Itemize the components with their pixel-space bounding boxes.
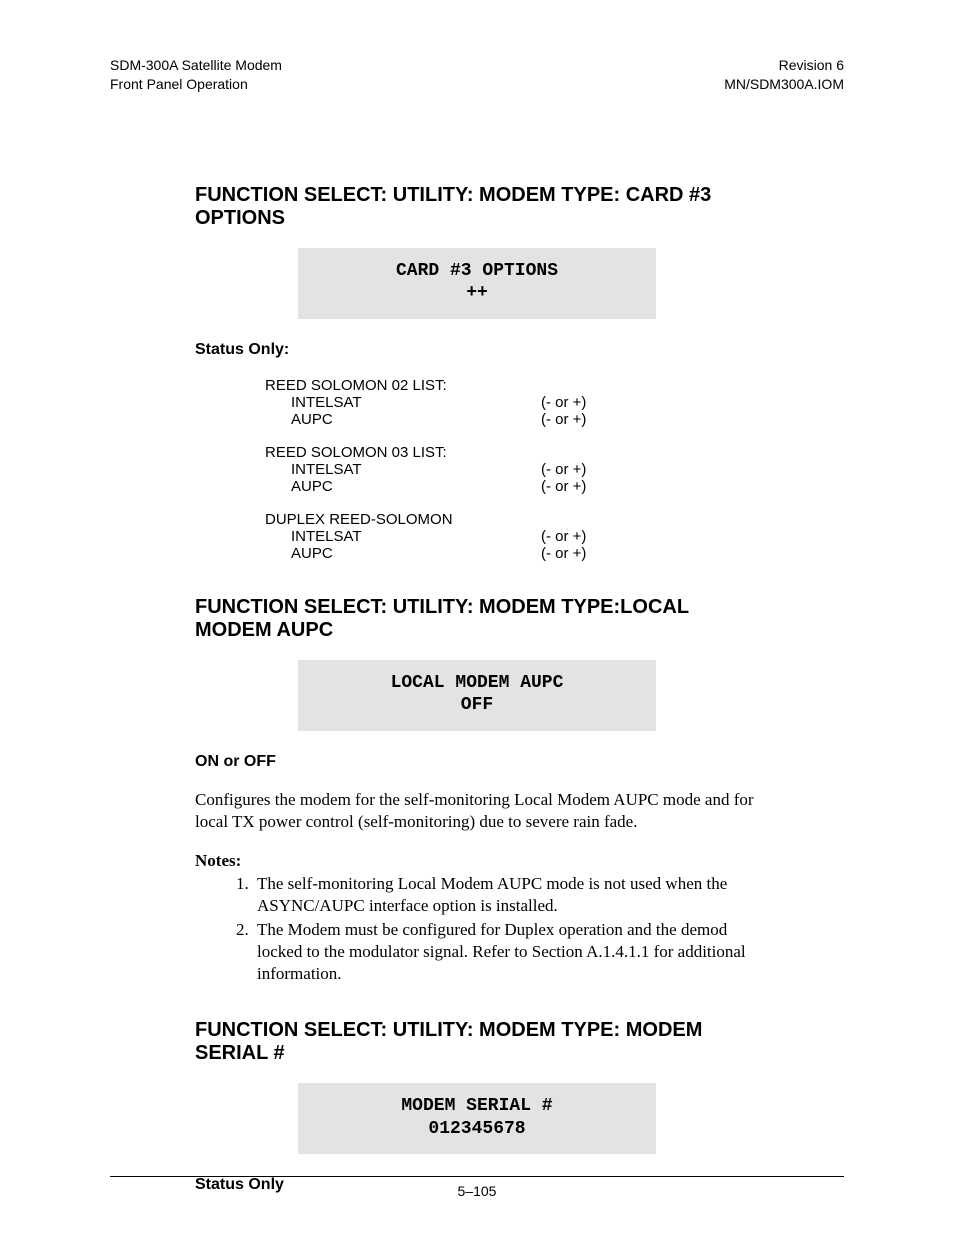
status-row-value: (- or +)	[541, 528, 631, 545]
group-title: DUPLEX REED-SOLOMON	[265, 511, 515, 528]
header-right-line1: Revision 6	[779, 57, 844, 73]
page: SDM-300A Satellite Modem Front Panel Ope…	[0, 0, 954, 1235]
status-row-value: (- or +)	[541, 461, 631, 478]
page-footer: 5–105	[110, 1176, 844, 1199]
status-group: REED SOLOMON 02 LIST: INTELSAT(- or +) A…	[265, 377, 759, 428]
status-row-label: AUPC	[265, 478, 541, 495]
page-number: 5–105	[458, 1183, 497, 1199]
status-row-value: (- or +)	[541, 394, 631, 411]
status-group: DUPLEX REED-SOLOMON INTELSAT(- or +) AUP…	[265, 511, 759, 562]
header-left-line1: SDM-300A Satellite Modem	[110, 57, 282, 73]
section-heading-modem-serial: FUNCTION SELECT: UTILITY: MODEM TYPE: MO…	[195, 1019, 759, 1065]
status-row-label: AUPC	[265, 545, 541, 562]
header-right-line2: MN/SDM300A.IOM	[724, 76, 844, 92]
notes-list: The self-monitoring Local Modem AUPC mod…	[195, 873, 759, 985]
status-row-label: INTELSAT	[265, 528, 541, 545]
page-header: SDM-300A Satellite Modem Front Panel Ope…	[110, 56, 844, 94]
note-item: The self-monitoring Local Modem AUPC mod…	[253, 873, 759, 917]
section-heading-local-aupc: FUNCTION SELECT: UTILITY: MODEM TYPE:LOC…	[195, 596, 759, 642]
lcd-line2: OFF	[461, 695, 493, 715]
lcd-line2: 012345678	[428, 1119, 525, 1139]
lcd-line1: MODEM SERIAL #	[401, 1096, 552, 1116]
section-heading-card3: FUNCTION SELECT: UTILITY: MODEM TYPE: CA…	[195, 184, 759, 230]
status-row-label: INTELSAT	[265, 394, 541, 411]
aupc-description: Configures the modem for the self-monito…	[195, 789, 759, 833]
status-row-label: INTELSAT	[265, 461, 541, 478]
status-row-value: (- or +)	[541, 545, 631, 562]
note-item: The Modem must be configured for Duplex …	[253, 919, 759, 985]
status-group: REED SOLOMON 03 LIST: INTELSAT(- or +) A…	[265, 444, 759, 495]
header-left: SDM-300A Satellite Modem Front Panel Ope…	[110, 56, 282, 94]
status-list: REED SOLOMON 02 LIST: INTELSAT(- or +) A…	[265, 377, 759, 562]
notes-label: Notes:	[195, 851, 759, 871]
page-content: FUNCTION SELECT: UTILITY: MODEM TYPE: CA…	[110, 184, 844, 1195]
header-left-line2: Front Panel Operation	[110, 76, 248, 92]
status-row-label: AUPC	[265, 411, 541, 428]
status-row-value: (- or +)	[541, 411, 631, 428]
header-right: Revision 6 MN/SDM300A.IOM	[724, 56, 844, 94]
status-only-label: Status Only:	[195, 341, 759, 359]
lcd-card3-options: CARD #3 OPTIONS ++	[298, 248, 656, 319]
group-title: REED SOLOMON 02 LIST:	[265, 377, 515, 394]
lcd-local-modem-aupc: LOCAL MODEM AUPC OFF	[298, 660, 656, 731]
on-or-off-label: ON or OFF	[195, 753, 759, 771]
status-row-value: (- or +)	[541, 478, 631, 495]
lcd-modem-serial: MODEM SERIAL # 012345678	[298, 1083, 656, 1154]
lcd-line1: LOCAL MODEM AUPC	[391, 673, 564, 693]
lcd-line1: CARD #3 OPTIONS	[396, 261, 558, 281]
lcd-line2: ++	[466, 283, 488, 303]
group-title: REED SOLOMON 03 LIST:	[265, 444, 515, 461]
